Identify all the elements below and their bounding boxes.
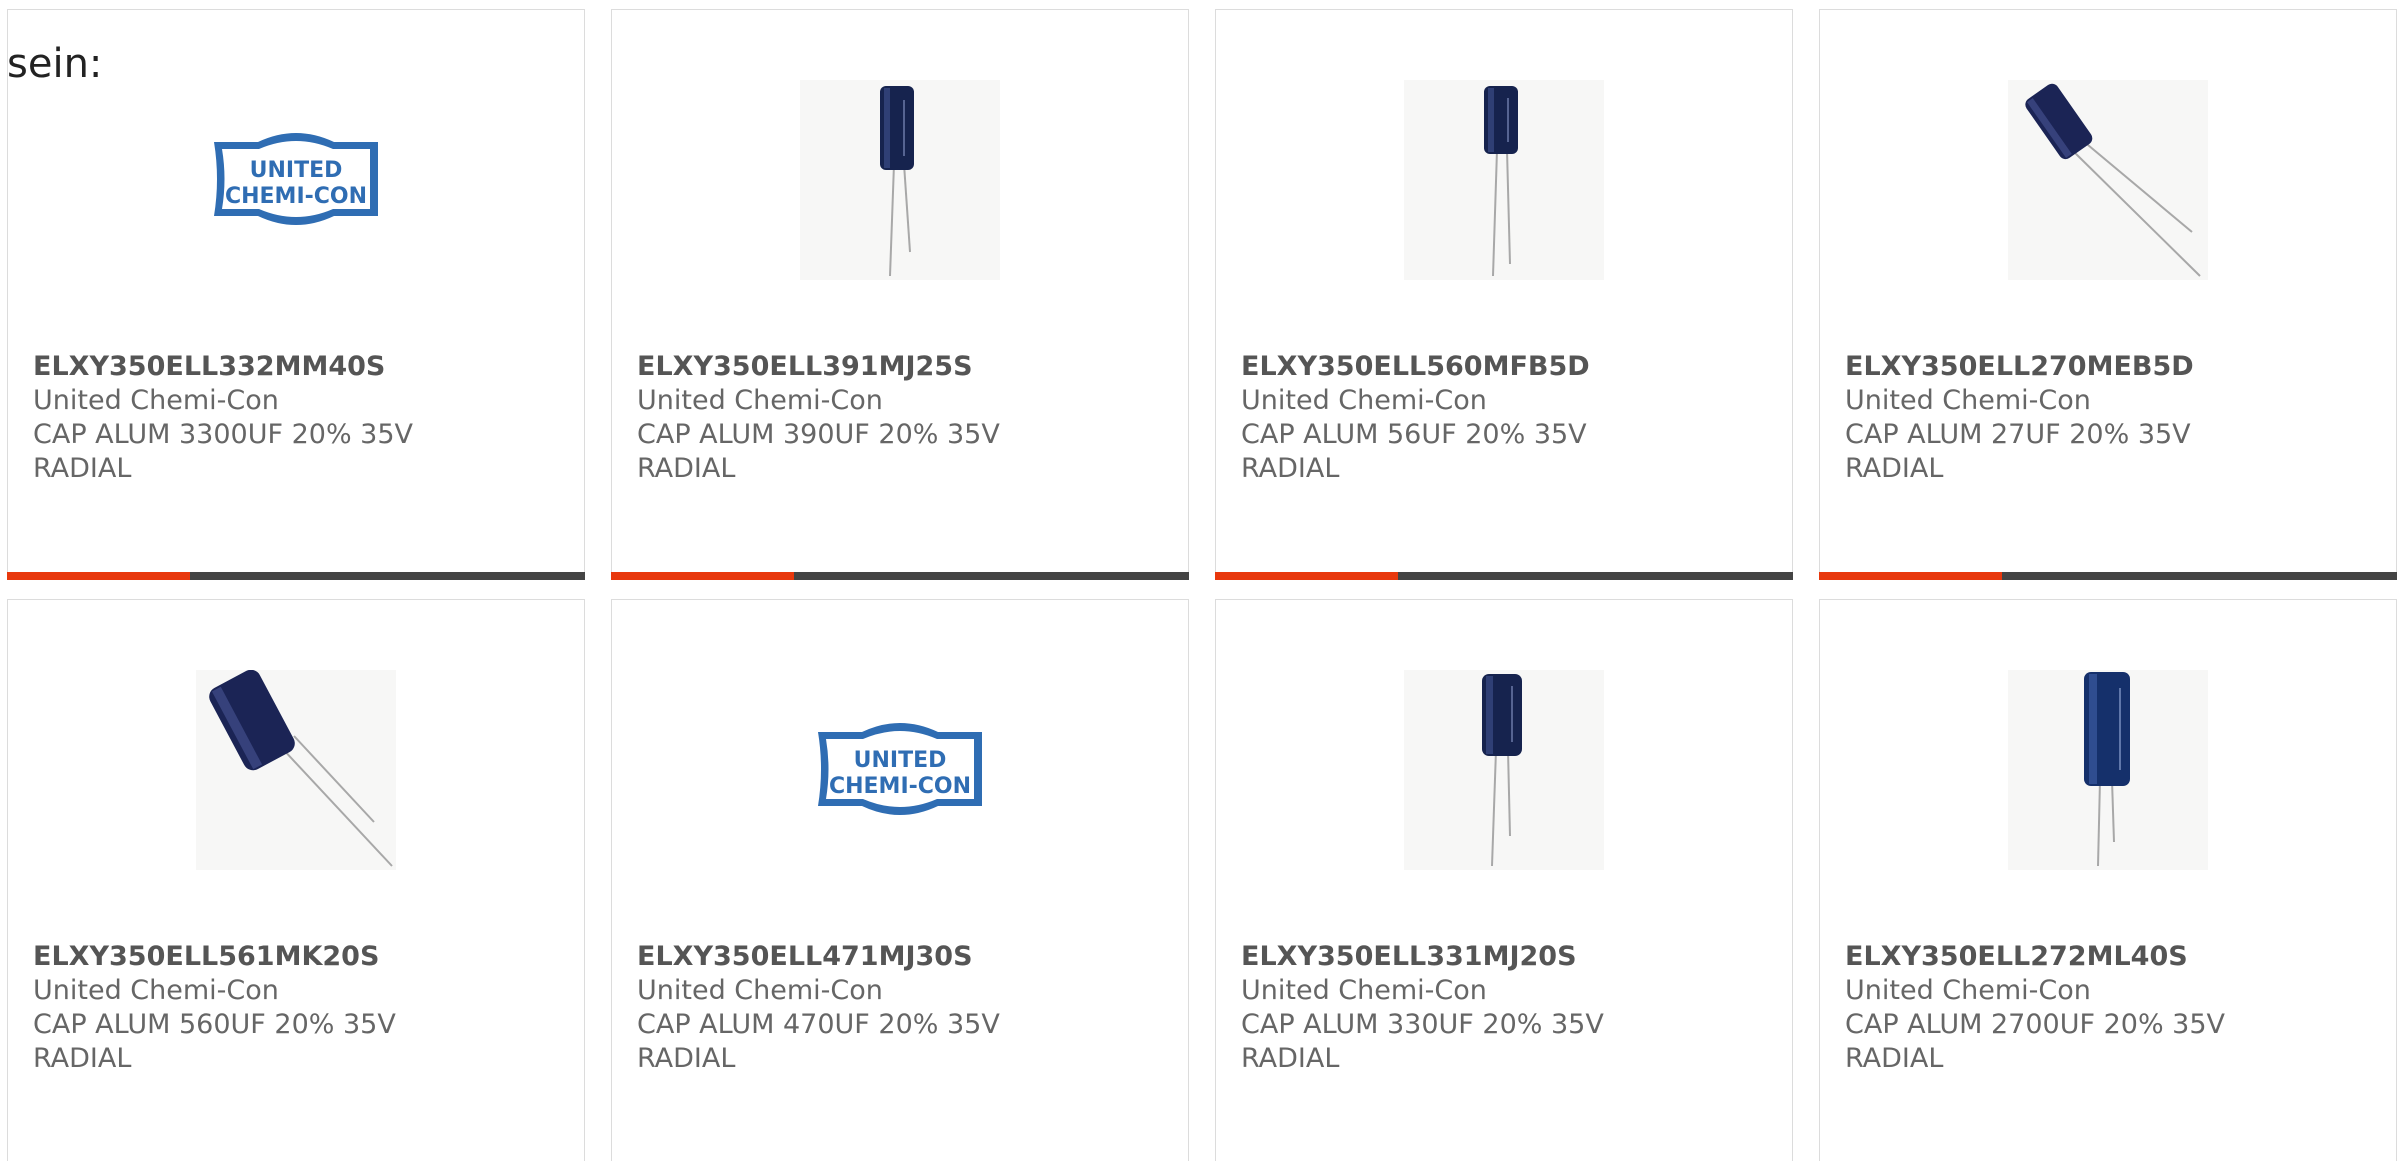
capacitor-photo[interactable] xyxy=(2008,670,2208,870)
capacitor-photo[interactable] xyxy=(196,670,396,870)
card-accent-bar xyxy=(611,572,1189,580)
manufacturer-name: United Chemi-Con xyxy=(1241,975,1487,1006)
capacitor-image xyxy=(1482,674,1522,867)
intro-text: sein: xyxy=(7,41,103,87)
card-accent-fill xyxy=(611,572,794,580)
product-card[interactable]: ELXY350ELL272ML40S United Chemi-Con CAP … xyxy=(1819,599,2397,1161)
capacitor-image xyxy=(2025,83,2201,277)
capacitor-photo[interactable] xyxy=(1404,670,1604,870)
manufacturer-name: United Chemi-Con xyxy=(33,975,279,1006)
mounting-type: RADIAL xyxy=(1845,1043,1944,1074)
mounting-type: RADIAL xyxy=(637,1043,736,1074)
mounting-type: RADIAL xyxy=(33,1043,132,1074)
product-description: CAP ALUM 2700UF 20% 35V xyxy=(1845,1009,2226,1040)
manufacturer-logo[interactable]: UNITED CHEMI-CON xyxy=(196,80,396,280)
mounting-type: RADIAL xyxy=(1241,1043,1340,1074)
mounting-type: RADIAL xyxy=(637,453,736,484)
manufacturer-name: United Chemi-Con xyxy=(637,385,883,416)
card-accent-fill xyxy=(1215,572,1398,580)
mounting-type: RADIAL xyxy=(1241,453,1340,484)
capacitor-image xyxy=(209,670,393,867)
part-number-link[interactable]: ELXY350ELL331MJ20S xyxy=(1241,940,1771,974)
card-accent-bar xyxy=(1215,572,1793,580)
capacitor-photo[interactable] xyxy=(1404,80,1604,280)
product-card[interactable]: ELXY350ELL561MK20S United Chemi-Con CAP … xyxy=(7,599,585,1161)
product-card[interactable]: UNITED CHEMI-CON ELXY350ELL471MJ30S Unit… xyxy=(611,599,1189,1161)
product-card[interactable]: ELXY350ELL391MJ25S United Chemi-Con CAP … xyxy=(611,9,1189,580)
part-number-link[interactable]: ELXY350ELL272ML40S xyxy=(1845,940,2375,974)
capacitor-photo[interactable] xyxy=(2008,80,2208,280)
product-description: CAP ALUM 330UF 20% 35V xyxy=(1241,1009,1604,1040)
mounting-type: RADIAL xyxy=(33,453,132,484)
product-description: CAP ALUM 27UF 20% 35V xyxy=(1845,419,2191,450)
capacitor-image xyxy=(1484,86,1518,277)
manufacturer-name: United Chemi-Con xyxy=(637,975,883,1006)
part-number-link[interactable]: ELXY350ELL471MJ30S xyxy=(637,940,1167,974)
product-description: CAP ALUM 3300UF 20% 35V xyxy=(33,419,414,450)
manufacturer-logo[interactable]: UNITED CHEMI-CON xyxy=(800,670,1000,870)
capacitor-photo[interactable] xyxy=(800,80,1000,280)
product-card[interactable]: ELXY350ELL331MJ20S United Chemi-Con CAP … xyxy=(1215,599,1793,1161)
part-number-link[interactable]: ELXY350ELL391MJ25S xyxy=(637,350,1167,384)
logo-line1: UNITED xyxy=(854,748,947,773)
manufacturer-name: United Chemi-Con xyxy=(1845,385,2091,416)
product-card[interactable]: ELXY350ELL560MFB5D United Chemi-Con CAP … xyxy=(1215,9,1793,580)
logo-line2: CHEMI-CON xyxy=(829,774,971,799)
logo-line1: UNITED xyxy=(250,158,343,183)
mounting-type: RADIAL xyxy=(1845,453,1944,484)
logo-image: UNITED CHEMI-CON xyxy=(214,133,378,225)
manufacturer-name: United Chemi-Con xyxy=(1845,975,2091,1006)
manufacturer-name: United Chemi-Con xyxy=(33,385,279,416)
logo-image: UNITED CHEMI-CON xyxy=(818,723,982,815)
card-accent-bar xyxy=(7,572,585,580)
logo-line2: CHEMI-CON xyxy=(225,184,367,209)
part-number-link[interactable]: ELXY350ELL560MFB5D xyxy=(1241,350,1771,384)
product-description: CAP ALUM 560UF 20% 35V xyxy=(33,1009,396,1040)
part-number-link[interactable]: ELXY350ELL270MEB5D xyxy=(1845,350,2375,384)
card-accent-fill xyxy=(7,572,190,580)
product-description: CAP ALUM 470UF 20% 35V xyxy=(637,1009,1000,1040)
product-card[interactable]: UNITED CHEMI-CON ELXY350ELL332MM40S Unit… xyxy=(7,9,585,580)
manufacturer-name: United Chemi-Con xyxy=(1241,385,1487,416)
capacitor-image xyxy=(2084,672,2130,867)
product-card[interactable]: ELXY350ELL270MEB5D United Chemi-Con CAP … xyxy=(1819,9,2397,580)
capacitor-image xyxy=(880,86,914,277)
part-number-link[interactable]: ELXY350ELL561MK20S xyxy=(33,940,563,974)
card-accent-fill xyxy=(1819,572,2002,580)
card-accent-bar xyxy=(1819,572,2397,580)
part-number-link[interactable]: ELXY350ELL332MM40S xyxy=(33,350,563,384)
product-description: CAP ALUM 390UF 20% 35V xyxy=(637,419,1000,450)
product-description: CAP ALUM 56UF 20% 35V xyxy=(1241,419,1587,450)
